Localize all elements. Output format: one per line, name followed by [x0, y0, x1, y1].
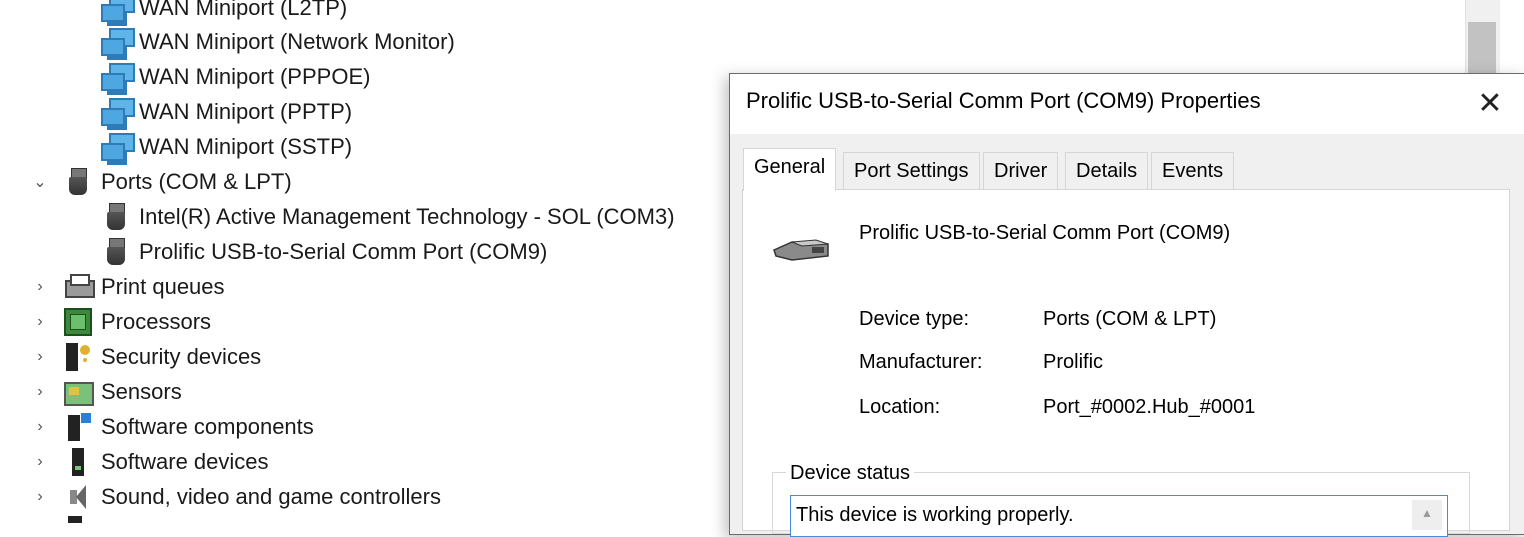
tree-item-label: Intel(R) Active Management Technology - …	[139, 203, 675, 229]
tree-item-wan-pptp[interactable]: WAN Miniport (PPTP)	[100, 94, 352, 129]
chevron-right-icon[interactable]: ›	[28, 278, 52, 296]
tab-general[interactable]: General	[743, 148, 837, 191]
chevron-right-icon[interactable]: ›	[28, 418, 52, 436]
tree-item-prolific-com9[interactable]: Prolific USB-to-Serial Comm Port (COM9)	[100, 234, 547, 269]
tree-item-wan-sstp[interactable]: WAN Miniport (SSTP)	[100, 129, 352, 164]
speaker-icon	[62, 481, 94, 513]
tree-item-wan-network-monitor[interactable]: WAN Miniport (Network Monitor)	[100, 24, 455, 59]
tab-driver[interactable]: Driver	[983, 152, 1059, 189]
tree-item-label: WAN Miniport (PPPOE)	[139, 63, 371, 89]
software-component-icon	[62, 411, 94, 443]
chevron-right-icon[interactable]: ›	[28, 348, 52, 366]
tree-item-label: Sound, video and game controllers	[101, 483, 441, 509]
tab-details[interactable]: Details	[1065, 152, 1149, 189]
processor-icon	[62, 306, 94, 338]
serial-port-device-icon	[773, 239, 829, 261]
tree-item-label: WAN Miniport (PPTP)	[139, 98, 353, 124]
tab-label: Events	[1162, 160, 1224, 182]
port-icon	[100, 201, 132, 233]
tree-item-label: WAN Miniport (L2TP)	[139, 0, 348, 20]
tab-port-settings[interactable]: Port Settings	[843, 152, 980, 189]
chevron-right-icon[interactable]: ›	[28, 313, 52, 331]
tree-item-label: Security devices	[101, 343, 262, 369]
tree-item-sensors[interactable]: Sensors	[62, 374, 182, 409]
tab-events[interactable]: Events	[1151, 152, 1235, 189]
tree-item-label: Ports (COM & LPT)	[101, 168, 292, 194]
tree-item-security-devices[interactable]: Security devices	[62, 339, 261, 374]
port-icon	[100, 236, 132, 268]
tree-item-label: Prolific USB-to-Serial Comm Port (COM9)	[139, 238, 548, 264]
close-icon[interactable]: ✕	[1470, 86, 1510, 126]
tree-item-label: Processors	[101, 308, 212, 334]
software-device-icon	[62, 446, 94, 478]
tree-item-print-queues[interactable]: Print queues	[62, 269, 225, 304]
scroll-up-icon[interactable]: ▲	[1412, 500, 1442, 530]
tree-item-label: WAN Miniport (Network Monitor)	[139, 28, 455, 54]
tree-item-software-components[interactable]: Software components	[62, 409, 314, 444]
chevron-right-icon[interactable]: ›	[28, 383, 52, 401]
tree-item-ports[interactable]: Ports (COM & LPT)	[62, 164, 292, 199]
chevron-right-icon[interactable]: ›	[28, 488, 52, 506]
device-status-label: Device status	[786, 462, 915, 485]
tab-label: Details	[1076, 160, 1138, 182]
tree-item-label: Software components	[101, 413, 314, 439]
chevron-right-icon[interactable]: ›	[28, 453, 52, 471]
device-name: Prolific USB-to-Serial Comm Port (COM9)	[859, 222, 1231, 244]
network-adapter-icon	[100, 0, 135, 24]
manufacturer-value: Prolific	[1043, 351, 1104, 373]
partial-tree-icon	[68, 516, 82, 523]
network-adapter-icon	[100, 26, 135, 58]
security-device-icon	[62, 341, 94, 373]
port-icon	[62, 166, 94, 198]
chevron-down-icon[interactable]: ⌄	[28, 172, 52, 192]
dialog-title: Prolific USB-to-Serial Comm Port (COM9) …	[746, 88, 1261, 113]
tree-item-software-devices[interactable]: Software devices	[62, 444, 269, 479]
tree-item-wan-l2tp[interactable]: WAN Miniport (L2TP)	[100, 0, 347, 25]
tree-item-label: WAN Miniport (SSTP)	[139, 133, 353, 159]
tree-item-sound-video-game[interactable]: Sound, video and game controllers	[62, 479, 441, 514]
tree-item-processors[interactable]: Processors	[62, 304, 211, 339]
tree-item-label: Print queues	[101, 273, 225, 299]
printer-icon	[62, 271, 95, 303]
manufacturer-label: Manufacturer:	[859, 351, 983, 373]
tree-item-wan-pppoe[interactable]: WAN Miniport (PPPOE)	[100, 59, 370, 94]
location-value: Port_#0002.Hub_#0001	[1043, 396, 1256, 418]
tab-label: Port Settings	[854, 160, 969, 182]
device-type-value: Ports (COM & LPT)	[1043, 308, 1217, 330]
network-adapter-icon	[100, 61, 135, 93]
network-adapter-icon	[100, 131, 135, 163]
device-status-text: This device is working properly.	[796, 504, 1074, 526]
location-label: Location:	[859, 396, 941, 418]
tab-label: General	[754, 156, 826, 178]
network-adapter-icon	[100, 96, 135, 128]
tree-item-intel-amt-sol[interactable]: Intel(R) Active Management Technology - …	[100, 199, 675, 234]
tree-item-label: Sensors	[101, 378, 182, 404]
device-type-label: Device type:	[859, 308, 970, 330]
tab-label: Driver	[994, 160, 1048, 182]
tree-item-label: Software devices	[101, 448, 269, 474]
sensor-icon	[62, 376, 94, 408]
